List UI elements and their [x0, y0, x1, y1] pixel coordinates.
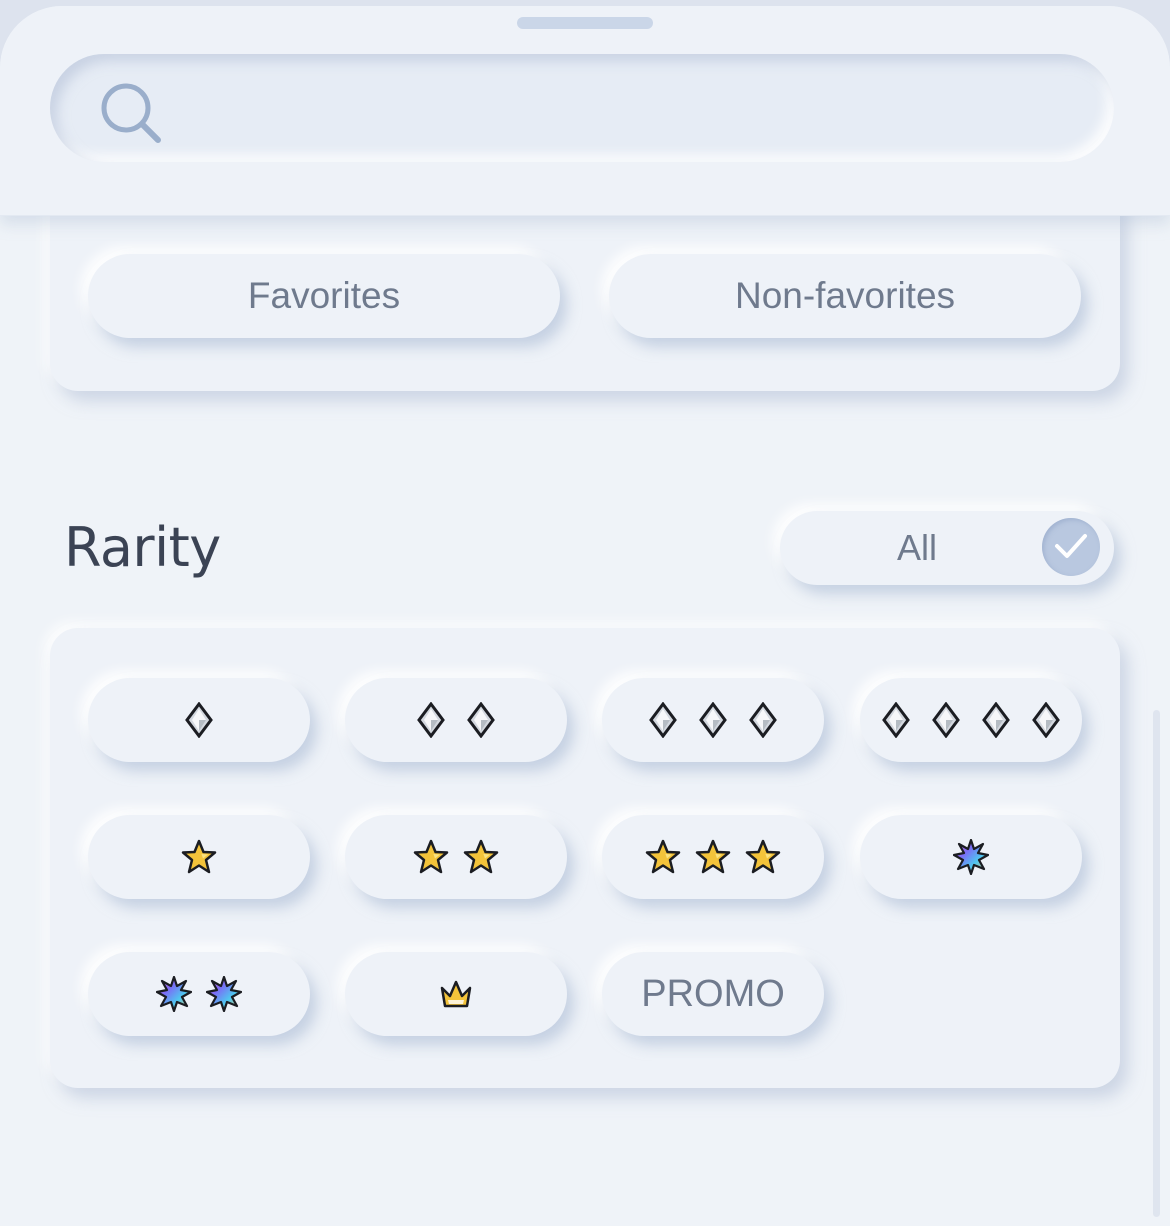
star-icon — [645, 839, 681, 874]
search-header — [0, 6, 1170, 216]
rarity-all-toggle[interactable]: All — [780, 511, 1114, 585]
non-favorites-button[interactable]: Non-favorites — [609, 254, 1081, 338]
star-icon — [413, 839, 449, 874]
star-icon — [745, 839, 781, 874]
rarity-option-promo[interactable]: PROMO — [602, 952, 824, 1036]
star-icon — [695, 839, 731, 874]
diamond-icon — [649, 702, 677, 738]
checkmark-icon — [1055, 534, 1087, 558]
rarity-option-shiny-1[interactable] — [860, 815, 1082, 899]
rarity-option-diamond-3[interactable] — [602, 678, 824, 762]
search-bar[interactable] — [50, 54, 1114, 162]
rarity-option-star-3[interactable] — [602, 815, 824, 899]
shiny-star-icon — [206, 976, 242, 1012]
rarity-option-label: PROMO — [641, 972, 785, 1015]
all-label: All — [896, 527, 937, 568]
search-icon — [101, 83, 161, 143]
rarity-option-star-2[interactable] — [345, 815, 567, 899]
filter-sheet: Favorites Non-favorites Rarity All PROMO — [0, 6, 1170, 1226]
diamond-icon — [417, 702, 445, 738]
diamond-icon — [982, 702, 1010, 738]
star-icon — [181, 839, 217, 874]
rarity-option-diamond-2[interactable] — [345, 678, 567, 762]
rarity-option-diamond-4[interactable] — [860, 678, 1082, 762]
scrollbar[interactable] — [1153, 710, 1160, 1217]
shiny-star-icon — [156, 976, 192, 1012]
rarity-option-shiny-2[interactable] — [88, 952, 310, 1036]
non-favorites-label: Non-favorites — [734, 275, 956, 316]
shiny-star-icon — [953, 839, 989, 875]
diamond-icon — [185, 702, 213, 738]
drag-handle[interactable] — [517, 17, 653, 29]
diamond-icon — [1032, 702, 1060, 738]
all-checked-indicator — [1042, 518, 1100, 576]
diamond-icon — [467, 702, 495, 738]
diamond-icon — [749, 702, 777, 738]
rarity-option-crown-1[interactable] — [345, 952, 567, 1036]
diamond-icon — [932, 702, 960, 738]
crown-icon — [440, 980, 472, 1008]
favorites-label: Favorites — [247, 275, 401, 316]
rarity-heading: Rarity — [64, 516, 221, 579]
diamond-icon — [882, 702, 910, 738]
favorites-button[interactable]: Favorites — [88, 254, 560, 338]
star-icon — [463, 839, 499, 874]
search-input[interactable] — [180, 74, 1084, 144]
diamond-icon — [699, 702, 727, 738]
rarity-option-star-1[interactable] — [88, 815, 310, 899]
rarity-option-diamond-1[interactable] — [88, 678, 310, 762]
